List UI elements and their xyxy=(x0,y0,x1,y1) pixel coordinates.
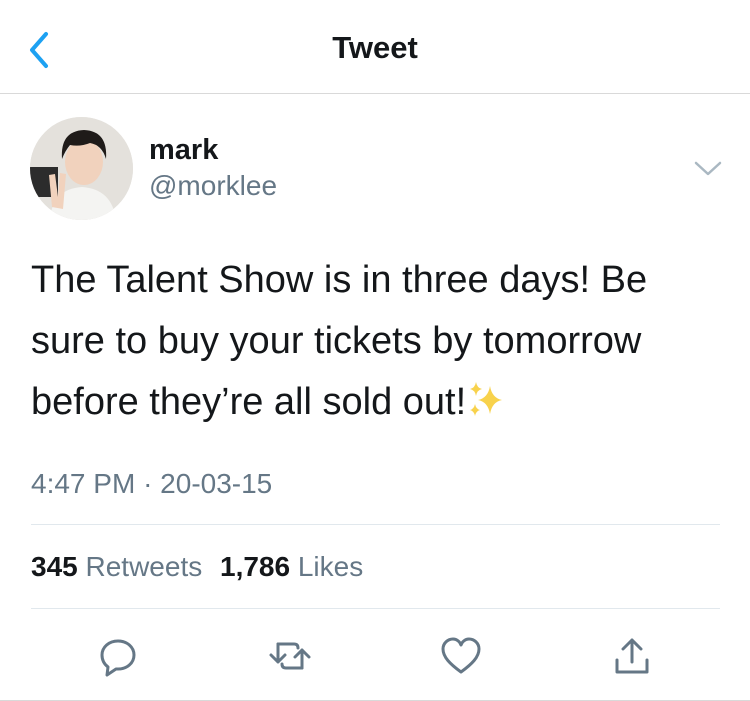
share-icon xyxy=(615,638,649,674)
retweets-count: 345 xyxy=(31,551,78,582)
retweet-icon xyxy=(269,642,311,670)
likes-stat[interactable]: 1,786 Likes xyxy=(220,551,363,583)
likes-count: 1,786 xyxy=(220,551,291,582)
retweets-stat[interactable]: 345 Retweets xyxy=(31,551,202,583)
reply-button[interactable] xyxy=(94,632,142,680)
avatar[interactable] xyxy=(30,117,133,220)
retweets-label: Retweets xyxy=(85,551,203,582)
avatar-photo xyxy=(30,117,133,220)
chevron-down-icon xyxy=(694,161,722,176)
tweet-text: The Talent Show is in three days! Be sur… xyxy=(31,250,721,433)
tweet-time: 4:47 PM xyxy=(31,468,136,499)
tweet-actions-bar xyxy=(0,612,750,701)
like-button[interactable] xyxy=(437,632,485,680)
tweet-options-button[interactable] xyxy=(692,158,724,180)
page-title: Tweet xyxy=(332,30,418,65)
timestamp-separator: · xyxy=(143,468,153,499)
tweet-stats: 345 Retweets 1,786 Likes xyxy=(31,551,373,583)
share-button[interactable] xyxy=(608,632,656,680)
reply-icon xyxy=(100,639,136,677)
divider xyxy=(31,524,720,525)
tweet-body: The Talent Show is in three days! Be sur… xyxy=(31,259,648,423)
tweet-timestamp: 4:47 PM · 20-03-15 xyxy=(31,468,272,500)
author-display-name[interactable]: mark xyxy=(149,134,218,167)
likes-label: Likes xyxy=(297,551,364,582)
sparkles-icon xyxy=(470,382,503,416)
like-icon xyxy=(441,637,481,674)
divider xyxy=(31,608,720,609)
retweet-button[interactable] xyxy=(266,632,314,680)
tweet-date: 20-03-15 xyxy=(160,468,273,499)
author-handle[interactable]: @morklee xyxy=(149,170,277,202)
navigation-bar: Tweet xyxy=(0,0,750,94)
